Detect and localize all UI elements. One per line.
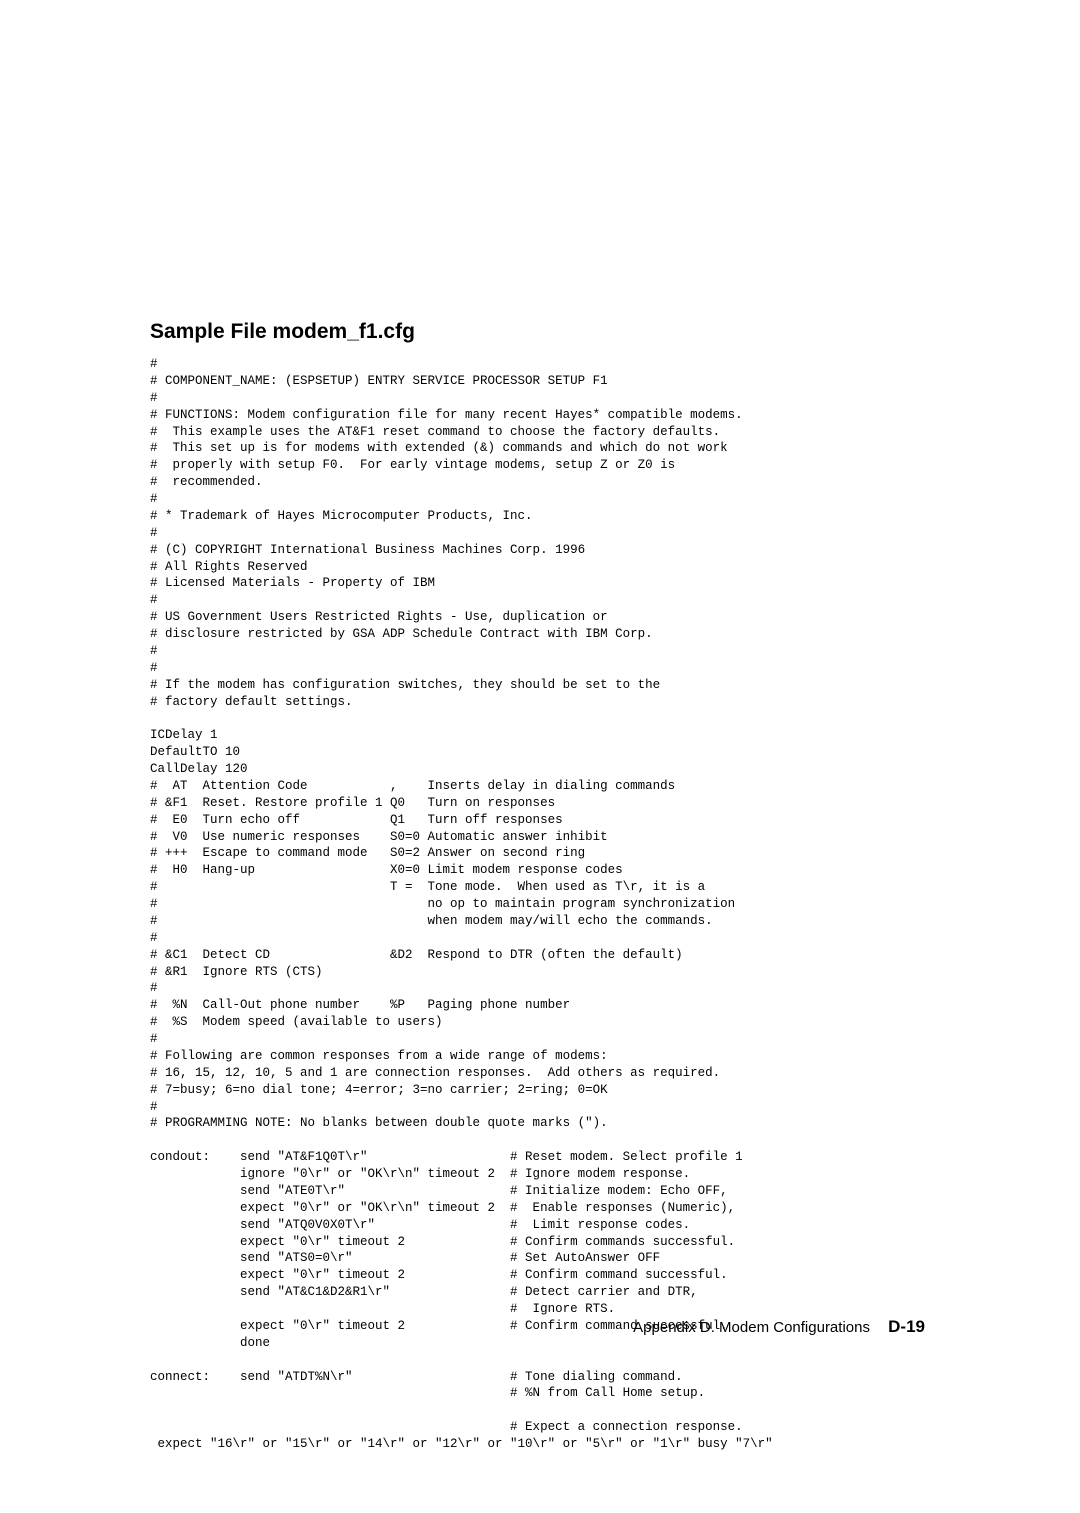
page-footer: Appendix D. Modem Configurations D-19	[633, 1317, 925, 1337]
footer-text: Appendix D. Modem Configurations	[633, 1319, 870, 1336]
section-heading: Sample File modem_f1.cfg	[150, 320, 930, 344]
page-number: D-19	[888, 1317, 925, 1336]
document-page: Sample File modem_f1.cfg # # COMPONENT_N…	[0, 0, 1080, 1513]
code-listing: # # COMPONENT_NAME: (ESPSETUP) ENTRY SER…	[150, 356, 930, 1453]
